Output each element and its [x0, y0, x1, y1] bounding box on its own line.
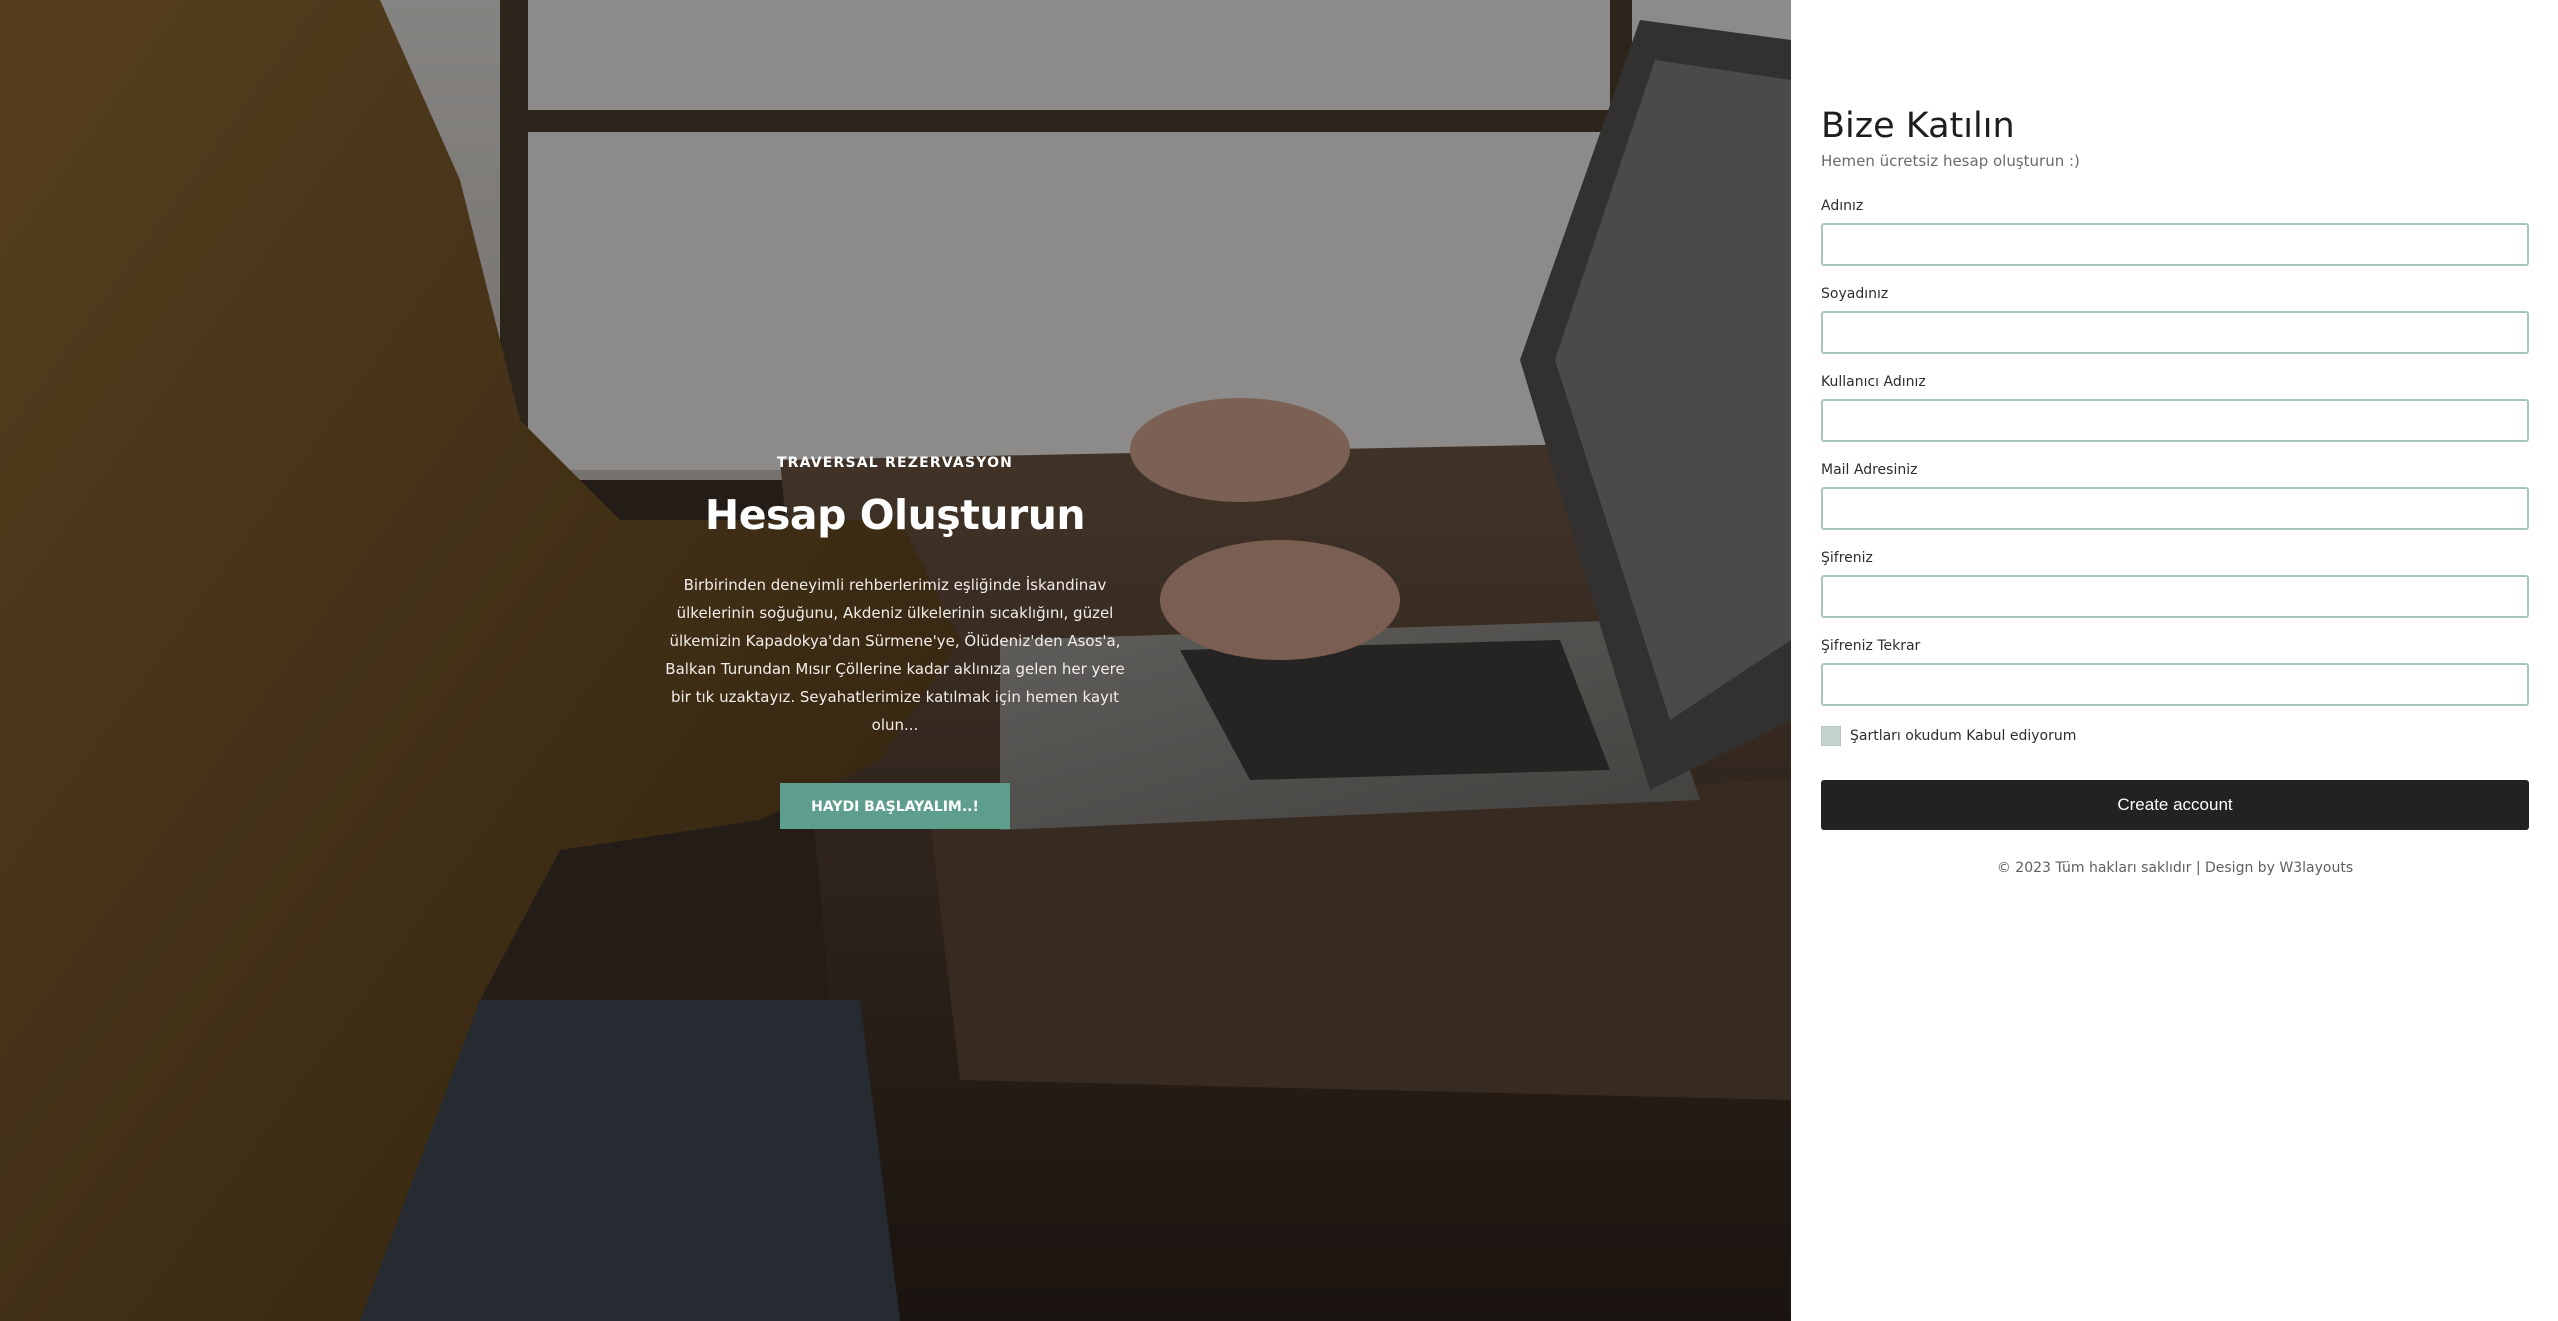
- terms-row: Şartları okudum Kabul ediyorum: [1821, 726, 2529, 746]
- password-confirm-label: Şifreniz Tekrar: [1821, 638, 1921, 654]
- footer-copyright: © 2023 Tüm hakları saklıdır | Design by …: [1996, 860, 2354, 876]
- password-input[interactable]: [1821, 575, 2529, 618]
- email-field-group: Mail Adresiniz: [1821, 462, 2529, 530]
- hero-description: Birbirinden deneyimli rehberlerimiz eşli…: [665, 576, 1125, 734]
- first-name-label: Adınız: [1821, 198, 1864, 214]
- last-name-input[interactable]: [1821, 311, 2529, 354]
- signup-form-panel: Bize Katılın Hemen ücretsiz hesap oluştu…: [1791, 0, 2558, 1321]
- password-label: Şifreniz: [1821, 550, 1873, 566]
- signup-form: Bize Katılın Hemen ücretsiz hesap oluştu…: [1821, 106, 2529, 876]
- hero-panel: TRAVERSAL REZERVASYON Hesap Oluşturun Bi…: [0, 0, 1791, 1321]
- password-confirm-input[interactable]: [1821, 663, 2529, 706]
- username-field-group: Kullanıcı Adınız: [1821, 374, 2529, 442]
- username-label: Kullanıcı Adınız: [1821, 374, 1926, 390]
- get-started-button[interactable]: HAYDI BAŞLAYALIM..!: [780, 783, 1010, 829]
- email-label: Mail Adresiniz: [1821, 462, 1918, 478]
- email-input[interactable]: [1821, 487, 2529, 530]
- last-name-field-group: Soyadınız: [1821, 286, 2529, 354]
- first-name-field-group: Adınız: [1821, 198, 2529, 266]
- last-name-label: Soyadınız: [1821, 286, 1889, 302]
- hero-content: TRAVERSAL REZERVASYON Hesap Oluşturun Bi…: [635, 455, 1155, 829]
- terms-label: Şartları okudum Kabul ediyorum: [1850, 728, 2077, 744]
- password-field-group: Şifreniz: [1821, 550, 2529, 618]
- first-name-input[interactable]: [1821, 223, 2529, 266]
- form-title: Bize Katılın: [1821, 106, 2015, 146]
- form-subtitle: Hemen ücretsiz hesap oluşturun :): [1821, 152, 2080, 170]
- create-account-button[interactable]: Create account: [1821, 780, 2529, 830]
- hero-title: Hesap Oluşturun: [704, 491, 1086, 539]
- terms-checkbox[interactable]: [1821, 726, 1841, 746]
- hero-kicker: TRAVERSAL REZERVASYON: [776, 455, 1014, 471]
- password-confirm-field-group: Şifreniz Tekrar: [1821, 638, 2529, 706]
- username-input[interactable]: [1821, 399, 2529, 442]
- signup-page: TRAVERSAL REZERVASYON Hesap Oluşturun Bi…: [0, 0, 2558, 1321]
